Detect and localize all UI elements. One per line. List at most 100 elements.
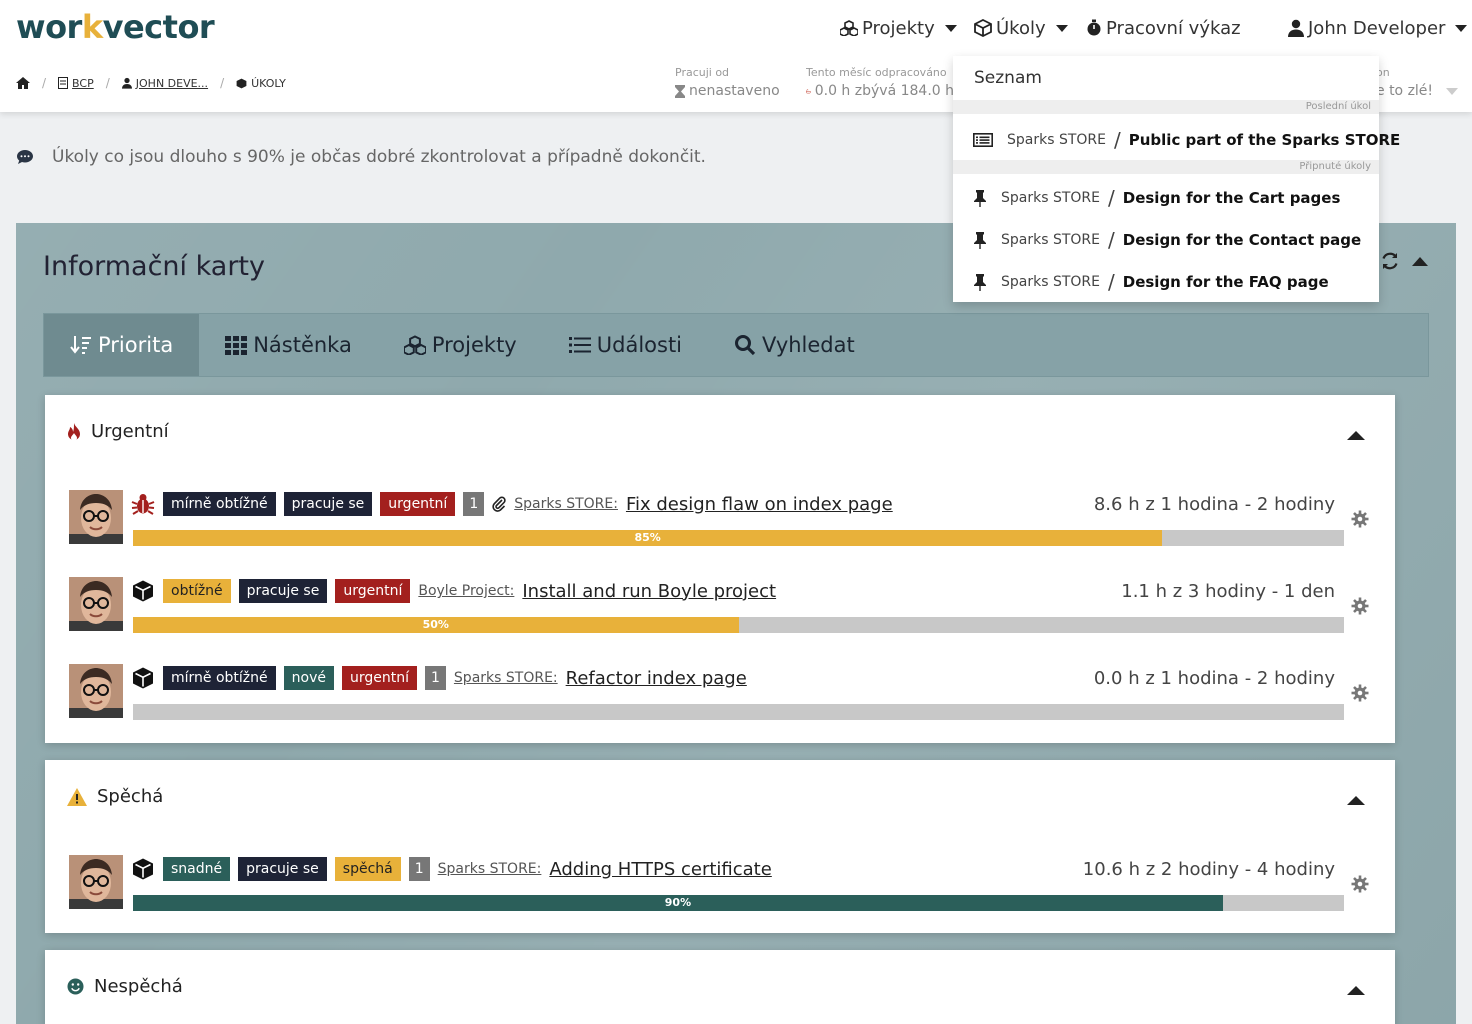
card-specha: Spěchá snadné pracuje se spěchá 1 Sparks STO… xyxy=(45,760,1395,933)
avatar[interactable] xyxy=(69,490,123,544)
gear-icon[interactable] xyxy=(1351,510,1369,528)
collapse-card-icon[interactable] xyxy=(1347,431,1365,440)
tab-priorita[interactable]: Priorita xyxy=(44,314,200,376)
card-nespecha: Nespěchá xyxy=(45,950,1395,1024)
tab-nastenka[interactable]: Nástěnka xyxy=(199,314,378,376)
card-title: Urgentní xyxy=(91,421,169,442)
task-badge: urgentní xyxy=(380,492,456,516)
stopwatch-icon xyxy=(1087,19,1101,36)
breadcrumb-bcp-label[interactable]: BCP xyxy=(72,77,94,90)
cube-icon xyxy=(974,19,992,37)
dropdown-pinned-task[interactable]: Sparks STORE / Design for the Cart pages xyxy=(973,186,1340,210)
cube-icon xyxy=(236,78,247,88)
dropdown-pinned-task[interactable]: Sparks STORE / Design for the Contact page xyxy=(973,228,1361,252)
sort-priority-icon xyxy=(70,336,91,354)
task-project-link[interactable]: Sparks STORE: xyxy=(438,861,542,877)
tab-vyhledat[interactable]: Vyhledat xyxy=(708,314,881,376)
dropdown-project: Sparks STORE xyxy=(1001,274,1100,290)
task-hours: 8.6 h z 1 hodina - 2 hodiny xyxy=(1093,494,1335,515)
stat-third: on e to zlé! xyxy=(1376,66,1433,99)
task-badge: 1 xyxy=(463,492,485,516)
task-badge: urgentní xyxy=(341,666,417,690)
user-icon xyxy=(1288,19,1304,37)
task-badge: pracuje se xyxy=(238,579,328,603)
task-project-link[interactable]: Sparks STORE: xyxy=(454,670,558,686)
tab-projekty-label: Projekty xyxy=(431,333,517,357)
progress-bar: 50% xyxy=(133,617,1344,633)
task-header: obtížné pracuje se urgentní Boyle Project: I… xyxy=(131,579,776,603)
nav-ukoly[interactable]: Úkoly xyxy=(974,14,1068,42)
nav-projekty[interactable]: Projekty xyxy=(840,14,957,42)
collapse-card-icon[interactable] xyxy=(1347,796,1365,805)
task-project-link[interactable]: Boyle Project: xyxy=(418,583,514,599)
tab-udalosti[interactable]: Události xyxy=(543,314,708,376)
task-badge: snadné xyxy=(163,857,231,881)
task-project-link[interactable]: Sparks STORE: xyxy=(514,496,618,512)
stat-label: on xyxy=(1376,66,1390,79)
task-row: obtížné pracuje se urgentní Boyle Project: I… xyxy=(69,577,1369,633)
task-header: snadné pracuje se spěchá 1 Sparks STORE: Addi… xyxy=(131,857,772,881)
chevron-down-icon xyxy=(1055,24,1068,32)
card-urgentni: Urgentní mírně obtížné pracuje se urgentní… xyxy=(45,395,1395,743)
breadcrumb-user[interactable]: JOHN DEVE... xyxy=(121,77,208,90)
gear-icon[interactable] xyxy=(1351,684,1369,702)
task-name-link[interactable]: Refactor index page xyxy=(566,668,747,689)
stat-label: Pracuji od xyxy=(675,66,730,79)
task-name-link[interactable]: Fix design flaw on index page xyxy=(626,494,893,515)
gear-icon[interactable] xyxy=(1351,875,1369,893)
task-name-link[interactable]: Adding HTTPS certificate xyxy=(549,859,771,880)
task-badge: mírně obtížné xyxy=(163,492,276,516)
panel-tools xyxy=(1380,251,1428,271)
tab-udalosti-label: Události xyxy=(596,333,683,357)
dropdown-pinned-task[interactable]: Sparks STORE / Design for the FAQ page xyxy=(973,270,1329,294)
card-header: Nespěchá xyxy=(67,976,183,997)
nav-user-menu[interactable]: John Developer xyxy=(1288,14,1468,42)
search-icon xyxy=(735,335,756,356)
progress-fill: 85% xyxy=(133,530,1163,546)
task-badge: pracuje se xyxy=(238,857,327,881)
avatar[interactable] xyxy=(69,855,123,909)
dropdown-section-recent: Poslední úkol xyxy=(953,100,1379,114)
bathtub-icon xyxy=(806,88,811,93)
dropdown-recent-task[interactable]: Sparks STORE / Public part of the Sparks… xyxy=(973,128,1400,152)
home-icon xyxy=(16,77,30,89)
cubes-icon xyxy=(403,335,426,355)
breadcrumb-ukoly-label: ÚKOLY xyxy=(251,76,286,90)
refresh-icon[interactable] xyxy=(1380,251,1400,271)
smile-icon xyxy=(67,978,84,995)
fire-icon xyxy=(68,422,80,441)
breadcrumb-home[interactable] xyxy=(16,77,30,89)
dropdown-item-seznam[interactable]: Seznam xyxy=(974,68,1042,88)
breadcrumb-ukoly: ÚKOLY xyxy=(236,77,286,90)
collapse-panel-icon[interactable] xyxy=(1412,256,1428,266)
chevron-down-icon xyxy=(1455,24,1468,32)
list-icon xyxy=(568,337,591,353)
avatar[interactable] xyxy=(69,577,123,631)
chevron-down-icon[interactable] xyxy=(1446,88,1458,95)
panel-title: Informační karty xyxy=(43,251,265,282)
nav-pracovni-vykaz[interactable]: Pracovní výkaz xyxy=(1086,14,1241,42)
user-icon xyxy=(121,77,132,89)
thumbtack-icon xyxy=(974,274,986,291)
breadcrumb-user-label[interactable]: JOHN DEVE... xyxy=(136,77,208,90)
document-icon xyxy=(58,77,69,89)
progress-bar: 85% xyxy=(133,530,1344,546)
stat-mesic: Tento měsíc odpracováno 0.0 h zbývá 184.… xyxy=(806,66,954,99)
task-name-link[interactable]: Install and run Boyle project xyxy=(522,581,776,602)
dropdown-task-name: Design for the FAQ page xyxy=(1122,273,1329,291)
avatar[interactable] xyxy=(69,664,123,718)
avatar-image xyxy=(69,577,123,631)
avatar-image xyxy=(69,664,123,718)
breadcrumb-bcp[interactable]: BCP xyxy=(58,77,94,90)
dropdown-task-name: Design for the Cart pages xyxy=(1122,189,1341,207)
collapse-card-icon[interactable] xyxy=(1347,986,1365,995)
nav-projekty-label: Projekty xyxy=(862,17,935,39)
gear-icon[interactable] xyxy=(1351,597,1369,615)
logo[interactable]: workvector xyxy=(16,8,215,46)
cube-icon xyxy=(133,580,153,602)
bug-icon xyxy=(131,494,155,515)
tab-projekty[interactable]: Projekty xyxy=(378,314,543,376)
task-row: mírně obtížné pracuje se urgentní 1 Sparks S… xyxy=(69,490,1369,546)
cubes-icon xyxy=(840,20,858,36)
card-header: Urgentní xyxy=(67,421,169,442)
